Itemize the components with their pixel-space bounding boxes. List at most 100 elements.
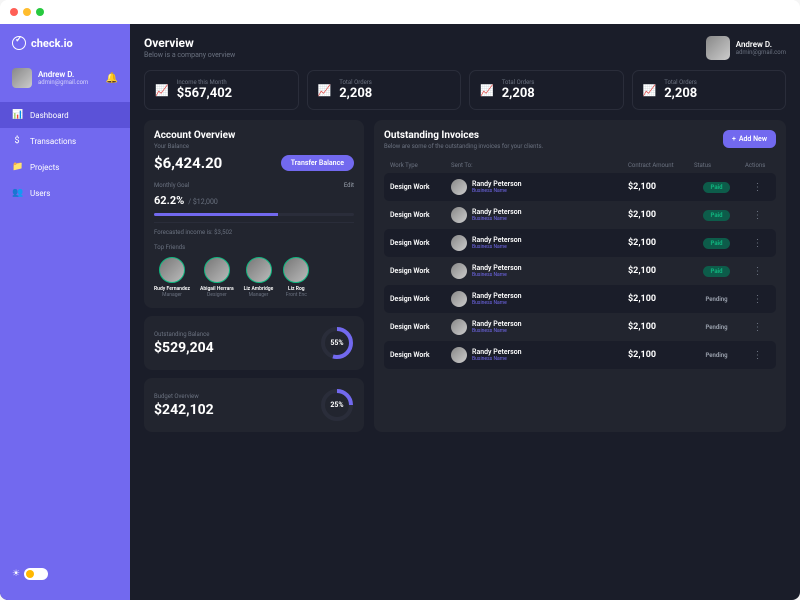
contact-name: Randy Peterson bbox=[472, 348, 522, 356]
row-actions-button[interactable]: ⋮ bbox=[745, 182, 770, 193]
status-badge: Paid bbox=[703, 238, 731, 249]
row-actions-button[interactable]: ⋮ bbox=[745, 266, 770, 277]
avatar bbox=[451, 179, 467, 195]
row-actions-button[interactable]: ⋮ bbox=[745, 294, 770, 305]
goal-total: / $12,000 bbox=[188, 198, 218, 206]
edit-button[interactable]: Edit bbox=[344, 182, 354, 189]
progress-bar bbox=[154, 213, 354, 216]
friend-role: Designer bbox=[200, 292, 234, 298]
metric-label: Outstanding Balance bbox=[154, 331, 214, 338]
table-row[interactable]: Design WorkRandy PetersonBusiness Name$2… bbox=[384, 173, 776, 201]
metric-value: $242,102 bbox=[154, 402, 214, 418]
card-subtitle: Below are some of the outstanding invoic… bbox=[384, 143, 543, 150]
business-name: Business Name bbox=[472, 216, 522, 222]
user-email: admin@gmail.com bbox=[736, 49, 786, 56]
amount: $2,100 bbox=[628, 294, 688, 304]
user-name: Andrew D. bbox=[38, 70, 100, 79]
browser-chrome bbox=[0, 0, 800, 24]
goal-percent: 62.2% bbox=[154, 194, 184, 207]
progress-ring: 25% bbox=[320, 388, 354, 422]
transfer-button[interactable]: Transfer Balance bbox=[281, 155, 354, 171]
invoices-card: Outstanding Invoices Below are some of t… bbox=[374, 120, 786, 432]
sidebar-user[interactable]: Andrew D. admin@gmail.com 🔔 bbox=[0, 62, 130, 94]
work-type: Design Work bbox=[390, 239, 445, 247]
avatar bbox=[706, 36, 730, 60]
friend-item[interactable]: Rudy FernandezManager bbox=[154, 257, 190, 298]
table-row[interactable]: Design WorkRandy PetersonBusiness Name$2… bbox=[384, 229, 776, 257]
table-row[interactable]: Design WorkRandy PetersonBusiness Name$2… bbox=[384, 257, 776, 285]
table-header: Work Type Sent To: Contract Amount Statu… bbox=[384, 158, 776, 173]
balance-label: Your Balance bbox=[154, 143, 354, 150]
sidebar-item-dashboard[interactable]: 📊Dashboard bbox=[0, 102, 130, 128]
close-dot[interactable] bbox=[10, 8, 18, 16]
work-type: Design Work bbox=[390, 351, 445, 359]
app-name: check.io bbox=[31, 37, 73, 50]
avatar bbox=[283, 257, 309, 283]
friend-item[interactable]: Liz AmbridgeManager bbox=[244, 257, 274, 298]
avatar bbox=[204, 257, 230, 283]
friend-item[interactable]: Abigail HerraraDesigner bbox=[200, 257, 234, 298]
card-title: Account Overview bbox=[154, 130, 354, 141]
contact-name: Randy Peterson bbox=[472, 320, 522, 328]
row-actions-button[interactable]: ⋮ bbox=[745, 322, 770, 333]
stat-label: Income this Month bbox=[177, 79, 232, 86]
friend-role: Manager bbox=[154, 292, 190, 298]
stat-card: 📈Total Orders2,208 bbox=[469, 70, 624, 110]
avatar bbox=[12, 68, 32, 88]
plus-icon: + bbox=[732, 135, 736, 143]
work-type: Design Work bbox=[390, 323, 445, 331]
table-row[interactable]: Design WorkRandy PetersonBusiness Name$2… bbox=[384, 285, 776, 313]
nav-label: Dashboard bbox=[30, 111, 69, 120]
row-actions-button[interactable]: ⋮ bbox=[745, 350, 770, 361]
account-overview-card: Account Overview Your Balance $6,424.20 … bbox=[144, 120, 364, 308]
forecast: Forecasted income is: $3,502 bbox=[154, 222, 354, 236]
table-row[interactable]: Design WorkRandy PetersonBusiness Name$2… bbox=[384, 313, 776, 341]
user-name: Andrew D. bbox=[736, 40, 786, 49]
minimize-dot[interactable] bbox=[23, 8, 31, 16]
work-type: Design Work bbox=[390, 211, 445, 219]
table-row[interactable]: Design WorkRandy PetersonBusiness Name$2… bbox=[384, 341, 776, 369]
sidebar-item-users[interactable]: 👥Users bbox=[0, 180, 130, 206]
stat-label: Total Orders bbox=[502, 79, 535, 86]
sun-icon: ☀ bbox=[12, 569, 20, 579]
theme-toggle[interactable]: ☀ bbox=[0, 560, 130, 588]
budget-overview-card: Budget Overview $242,102 25% bbox=[144, 378, 364, 432]
avatar bbox=[159, 257, 185, 283]
friend-item[interactable]: Liz RogFront Enc bbox=[283, 257, 309, 298]
sidebar-item-transactions[interactable]: $Transactions bbox=[0, 128, 130, 154]
stat-value: 2,208 bbox=[339, 86, 372, 101]
status-badge: Paid bbox=[703, 210, 731, 221]
sidebar: check.io Andrew D. admin@gmail.com 🔔 📊Da… bbox=[0, 24, 130, 600]
avatar bbox=[451, 319, 467, 335]
metric-label: Budget Overview bbox=[154, 393, 214, 400]
status-badge: Paid bbox=[703, 266, 731, 277]
user-email: admin@gmail.com bbox=[38, 79, 100, 86]
work-type: Design Work bbox=[390, 183, 445, 191]
maximize-dot[interactable] bbox=[36, 8, 44, 16]
status-badge: Pending bbox=[697, 294, 735, 305]
add-new-button[interactable]: +Add New bbox=[723, 130, 776, 148]
status-badge: Pending bbox=[697, 350, 735, 361]
business-name: Business Name bbox=[472, 244, 522, 250]
row-actions-button[interactable]: ⋮ bbox=[745, 238, 770, 249]
page-subtitle: Below is a company overview bbox=[144, 51, 235, 59]
avatar bbox=[451, 347, 467, 363]
status-badge: Paid bbox=[703, 182, 731, 193]
logo[interactable]: check.io bbox=[0, 36, 130, 62]
toggle-switch[interactable] bbox=[24, 568, 48, 580]
header-user[interactable]: Andrew D. admin@gmail.com bbox=[706, 36, 786, 60]
goal-label: Monthly Goal bbox=[154, 182, 218, 189]
nav-label: Users bbox=[30, 189, 50, 198]
row-actions-button[interactable]: ⋮ bbox=[745, 210, 770, 221]
stat-card: 📈Income this Month$567,402 bbox=[144, 70, 299, 110]
amount: $2,100 bbox=[628, 350, 688, 360]
business-name: Business Name bbox=[472, 328, 522, 334]
friend-role: Front Enc bbox=[283, 292, 309, 298]
sidebar-item-projects[interactable]: 📁Projects bbox=[0, 154, 130, 180]
business-name: Business Name bbox=[472, 188, 522, 194]
contact-name: Randy Peterson bbox=[472, 180, 522, 188]
bell-icon[interactable]: 🔔 bbox=[106, 73, 118, 84]
balance-value: $6,424.20 bbox=[154, 154, 222, 172]
business-name: Business Name bbox=[472, 300, 522, 306]
table-row[interactable]: Design WorkRandy PetersonBusiness Name$2… bbox=[384, 201, 776, 229]
